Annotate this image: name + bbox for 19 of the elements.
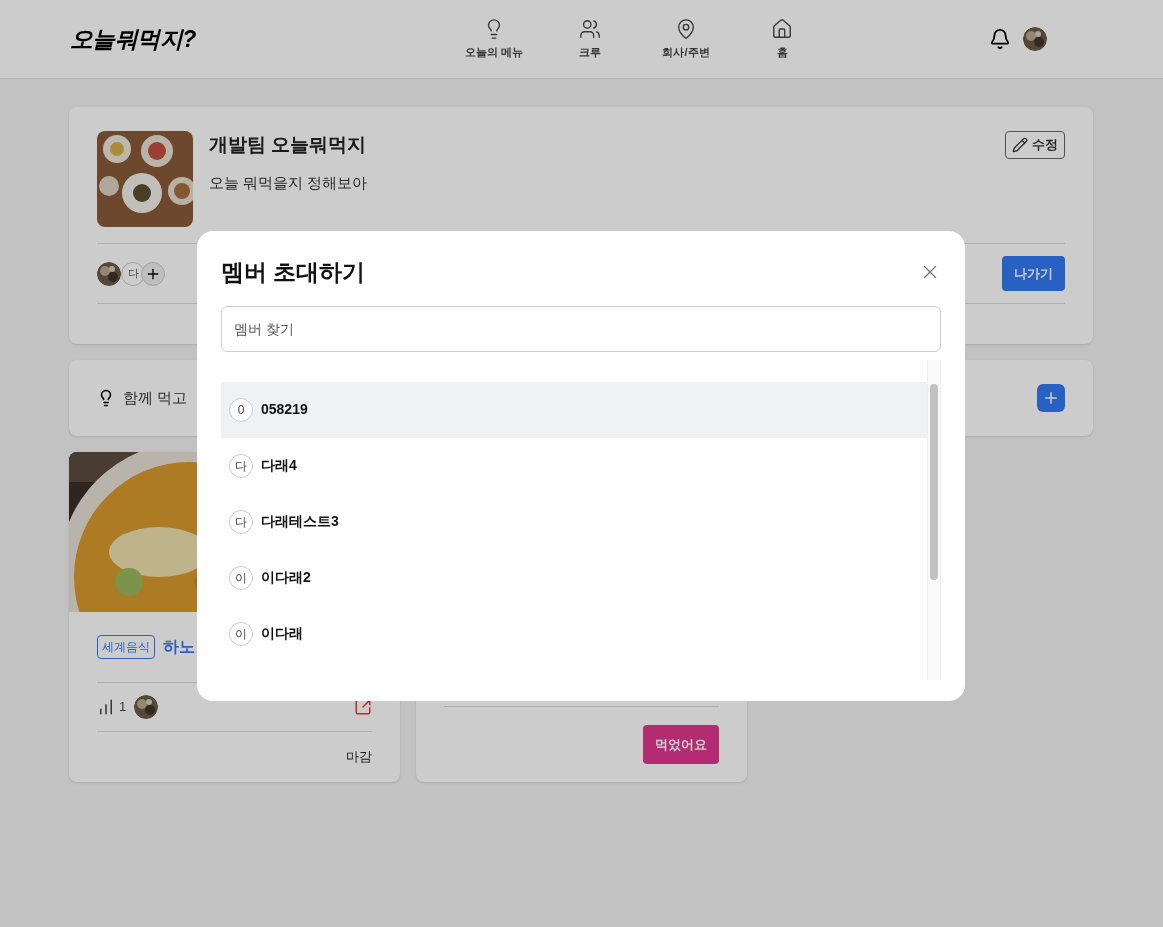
member-name: 이다래2 bbox=[261, 568, 311, 587]
category-tag: 세계음식 bbox=[97, 635, 155, 659]
member-name: 058219 bbox=[261, 400, 308, 419]
group-title: 개발팀 오늘뭐먹지 bbox=[209, 133, 368, 157]
member-initial: 이 bbox=[229, 621, 253, 646]
member-name: 다래테스트3 bbox=[261, 512, 339, 531]
dialog-title: 멤버 초대하기 bbox=[221, 258, 366, 287]
group-description: 오늘 뭐먹을지 정해보아 bbox=[209, 172, 368, 193]
menu-title: 하노 bbox=[163, 637, 195, 657]
member-name: 이다래 bbox=[261, 624, 303, 643]
member-name: 다래4 bbox=[261, 456, 297, 475]
member-initial: 이 bbox=[229, 565, 253, 590]
vote-count: 1 bbox=[119, 698, 127, 717]
member-initial: 다 bbox=[229, 509, 253, 534]
suggest-text: 함께 먹고 bbox=[123, 387, 188, 408]
member-initial: 0 bbox=[229, 397, 253, 422]
member-initial: 다 bbox=[229, 453, 253, 478]
member-avatar: 다 bbox=[121, 261, 145, 286]
status-text: 마감 bbox=[346, 748, 372, 767]
